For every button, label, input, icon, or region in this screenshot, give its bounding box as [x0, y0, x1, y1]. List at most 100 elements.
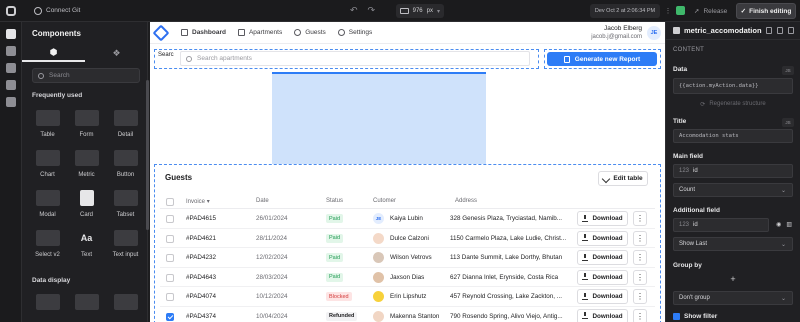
- trash-icon[interactable]: [788, 27, 794, 34]
- row-menu-button[interactable]: ⋮: [633, 308, 647, 322]
- tab-modules[interactable]: ❖: [85, 44, 147, 62]
- redo-icon[interactable]: ↷: [368, 5, 376, 16]
- js-toggle[interactable]: JS: [782, 118, 794, 127]
- download-button[interactable]: Download: [577, 211, 628, 226]
- additional-field-label: Additional field: [673, 207, 720, 214]
- download-button[interactable]: Download: [577, 250, 628, 265]
- component-tile[interactable]: Modal: [28, 186, 67, 226]
- component-tile[interactable]: Text input: [106, 226, 145, 266]
- edit-icon[interactable]: [777, 27, 783, 34]
- card-icon: [79, 190, 94, 206]
- viewport-selector[interactable]: 976 px ▾: [396, 4, 444, 18]
- column-header-invoice[interactable]: Invoice ▾: [186, 198, 210, 205]
- nav-settings[interactable]: Settings: [337, 29, 372, 36]
- text-icon: Aa: [80, 233, 93, 243]
- column-header-customer[interactable]: Cutomer: [373, 198, 396, 204]
- nav-guests[interactable]: Guests: [294, 29, 326, 36]
- column-header-status[interactable]: Status: [326, 198, 343, 204]
- components-scrollbar[interactable]: [146, 80, 149, 230]
- palette-icon[interactable]: [5, 80, 16, 90]
- nav-apartments[interactable]: Apartments: [237, 29, 282, 36]
- column-header-date[interactable]: Date: [256, 198, 269, 204]
- component-name[interactable]: metric_accomodation: [684, 26, 762, 35]
- row-checkbox[interactable]: [166, 273, 174, 282]
- component-tile[interactable]: [28, 290, 67, 322]
- additional-field-select[interactable]: 123 id: [673, 218, 769, 232]
- data-field[interactable]: {{action.myAction.data}}: [673, 78, 793, 94]
- additional-field-show-select[interactable]: Show Last ⌄: [673, 237, 793, 251]
- search-icon: [186, 55, 192, 62]
- database-icon[interactable]: [5, 97, 16, 107]
- title-field[interactable]: Accomodation stats: [673, 129, 793, 143]
- component-tile[interactable]: Tabset: [106, 186, 145, 226]
- copy-icon[interactable]: [766, 27, 772, 34]
- avatar[interactable]: JE: [647, 26, 661, 40]
- search-apartments-input[interactable]: Search apartments: [180, 51, 530, 66]
- row-checkbox[interactable]: [166, 215, 174, 223]
- row-menu-button[interactable]: ⋮: [633, 289, 647, 304]
- component-tile[interactable]: Button: [106, 146, 145, 186]
- row-menu-button[interactable]: ⋮: [633, 211, 647, 226]
- invoice-cell: #PAD4074: [186, 293, 216, 300]
- row-checkbox[interactable]: [166, 293, 174, 301]
- component-tile[interactable]: Form: [67, 106, 106, 146]
- row-menu-button[interactable]: ⋮: [633, 250, 647, 265]
- more-vertical-icon[interactable]: ⋮: [663, 4, 673, 18]
- download-button[interactable]: Download: [577, 289, 628, 304]
- app-logo-icon[interactable]: [0, 0, 22, 22]
- nav-dashboard[interactable]: Dashboard: [181, 29, 226, 36]
- trash-icon[interactable]: ▥: [786, 221, 792, 228]
- release-button[interactable]: ➚ Release: [694, 4, 727, 18]
- main-field-select[interactable]: 123 id: [673, 164, 793, 178]
- show-filter-toggle[interactable]: Show filter: [673, 313, 717, 320]
- avatar: JE: [373, 213, 384, 224]
- row-checkbox[interactable]: [166, 312, 174, 321]
- component-tile[interactable]: Chart: [28, 146, 67, 186]
- undo-icon[interactable]: ↶: [350, 5, 358, 16]
- table-row[interactable]: #PAD4074 10/12/2024 Blocked Erin Lipshutz 45…: [160, 287, 655, 307]
- main-field-aggregation-select[interactable]: Count ⌄: [673, 183, 793, 197]
- component-tile[interactable]: Card: [67, 186, 106, 226]
- eye-icon[interactable]: ◉: [776, 221, 781, 228]
- row-checkbox[interactable]: [166, 254, 174, 262]
- row-menu-button[interactable]: ⋮: [633, 269, 647, 285]
- component-tile[interactable]: [67, 290, 106, 322]
- connect-git-button[interactable]: Connect Git: [28, 3, 86, 18]
- table-row[interactable]: #PAD4615 26/01/2024 Paid JE Kaiya Lubin 328 G…: [160, 209, 655, 229]
- row-checkbox[interactable]: [166, 234, 174, 243]
- component-tile[interactable]: Select v2: [28, 226, 67, 266]
- component-tile[interactable]: [106, 290, 145, 322]
- column-header-address[interactable]: Address: [455, 198, 477, 204]
- component-tile[interactable]: Detail: [106, 106, 145, 146]
- table-row[interactable]: #PAD4374 10/04/2024 Refunded Makenna Stanto…: [160, 307, 655, 322]
- save-icon[interactable]: [676, 6, 685, 15]
- component-tile[interactable]: Table: [28, 106, 67, 146]
- js-toggle[interactable]: JS: [782, 66, 794, 75]
- generate-report-button[interactable]: Generate new Report: [547, 52, 657, 66]
- table-row[interactable]: #PAD4643 28/03/2024 Paid Jaxson Dias 627 Dia…: [160, 268, 655, 287]
- nav-dashboard-label: Dashboard: [192, 29, 226, 36]
- finish-editing-button[interactable]: ✓ Finish editing: [736, 3, 796, 19]
- download-button[interactable]: Download: [577, 308, 628, 322]
- add-component-icon[interactable]: [5, 29, 16, 39]
- tab-components[interactable]: ⬢: [22, 44, 85, 62]
- table-row[interactable]: #PAD4621 28/11/2024 Paid Dulce Calzoni 1150 …: [160, 229, 655, 248]
- tree-icon[interactable]: [5, 46, 16, 56]
- environment-selector[interactable]: Dev Oct 2 at 2:06:34 PM: [590, 4, 660, 18]
- group-by-select[interactable]: Don't group ⌄: [673, 291, 793, 305]
- components-search-input[interactable]: Search: [32, 68, 140, 83]
- component-tile[interactable]: Metric: [67, 146, 106, 186]
- chart-placeholder[interactable]: [272, 72, 486, 164]
- row-menu-button[interactable]: ⋮: [633, 230, 647, 246]
- table-row[interactable]: #PAD4232 12/02/2024 Paid Wilson Vetrovs 113 …: [160, 248, 655, 268]
- component-tile[interactable]: Aa Text: [67, 226, 106, 266]
- app-brand-icon[interactable]: [152, 24, 170, 41]
- edit-table-button[interactable]: Edit table: [598, 171, 648, 186]
- regenerate-structure-button[interactable]: ⟳ Regenerate structure: [673, 98, 793, 110]
- download-button[interactable]: Download: [577, 230, 628, 246]
- data-display-grid: [28, 290, 146, 322]
- select-all-checkbox[interactable]: [166, 198, 174, 206]
- download-button[interactable]: Download: [577, 269, 628, 285]
- file-icon[interactable]: [5, 63, 16, 73]
- add-group-button[interactable]: +: [673, 273, 793, 285]
